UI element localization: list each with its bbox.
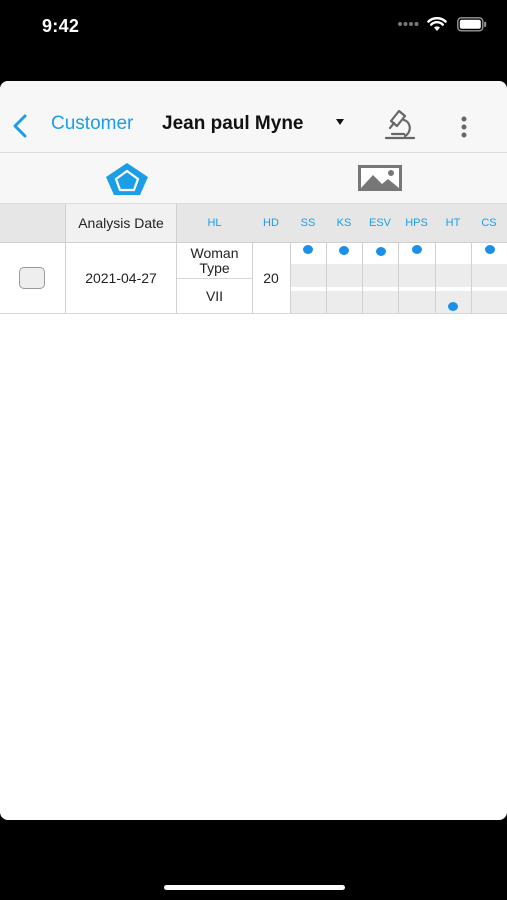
- column-divider: [362, 243, 363, 313]
- ht-indicator-dot: [448, 302, 458, 311]
- battery-icon: [457, 17, 487, 32]
- header-hl[interactable]: HL: [177, 204, 252, 242]
- hps-indicator-dot: [412, 245, 422, 254]
- navigation-bar: Customer Jean paul Myne: [0, 81, 507, 153]
- header-cs[interactable]: CS: [471, 204, 507, 242]
- home-indicator[interactable]: [164, 885, 345, 890]
- cs-indicator-dot: [485, 245, 495, 254]
- header-hd[interactable]: HD: [252, 204, 290, 242]
- header-ks[interactable]: KS: [326, 204, 362, 242]
- caret-down-icon[interactable]: [335, 118, 345, 126]
- wifi-icon: [427, 17, 447, 31]
- back-button-label[interactable]: Customer: [51, 113, 133, 135]
- pentagon-icon[interactable]: [104, 161, 150, 197]
- header-esv[interactable]: ESV: [362, 204, 398, 242]
- esv-indicator-dot: [376, 247, 386, 256]
- hd-value: 20: [263, 270, 279, 286]
- chevron-left-icon[interactable]: [10, 113, 30, 139]
- customer-analysis-sheet: Customer Jean paul Myne Analysis Date HL…: [0, 81, 507, 820]
- table-row[interactable]: 2021-04-27 Woman Type VII 20: [0, 243, 507, 314]
- hl-type-line2: Type: [199, 259, 230, 276]
- ks-indicator-dot: [339, 246, 349, 255]
- status-time: 9:42: [42, 16, 80, 36]
- analysis-date-value: 2021-04-27: [85, 270, 157, 286]
- column-divider: [65, 204, 66, 242]
- customer-name-title[interactable]: Jean paul Myne: [162, 113, 304, 135]
- column-divider: [435, 243, 436, 313]
- header-ht[interactable]: HT: [435, 204, 471, 242]
- hl-level-value: VII: [205, 288, 224, 304]
- column-divider: [290, 243, 291, 313]
- view-toggle-bar: [0, 153, 507, 204]
- hl-type-value: Woman Type: [177, 243, 252, 279]
- row-select-checkbox[interactable]: [19, 267, 45, 289]
- column-divider: [471, 243, 472, 313]
- column-divider: [176, 204, 177, 242]
- more-vertical-icon[interactable]: [459, 115, 469, 141]
- header-ss[interactable]: SS: [290, 204, 326, 242]
- table-header-row: Analysis Date HL HD SS KS ESV HPS HT CS: [0, 204, 507, 243]
- cellular-signal-icon: [398, 22, 419, 26]
- header-analysis-date[interactable]: Analysis Date: [66, 204, 176, 242]
- ss-indicator-dot: [303, 245, 313, 254]
- status-bar: 9:42: [0, 0, 507, 52]
- column-divider: [326, 243, 327, 313]
- column-divider: [398, 243, 399, 313]
- microscope-icon[interactable]: [382, 108, 418, 142]
- hl-type-line1: Woman: [190, 244, 239, 261]
- header-hps[interactable]: HPS: [398, 204, 435, 242]
- image-icon[interactable]: [357, 164, 403, 192]
